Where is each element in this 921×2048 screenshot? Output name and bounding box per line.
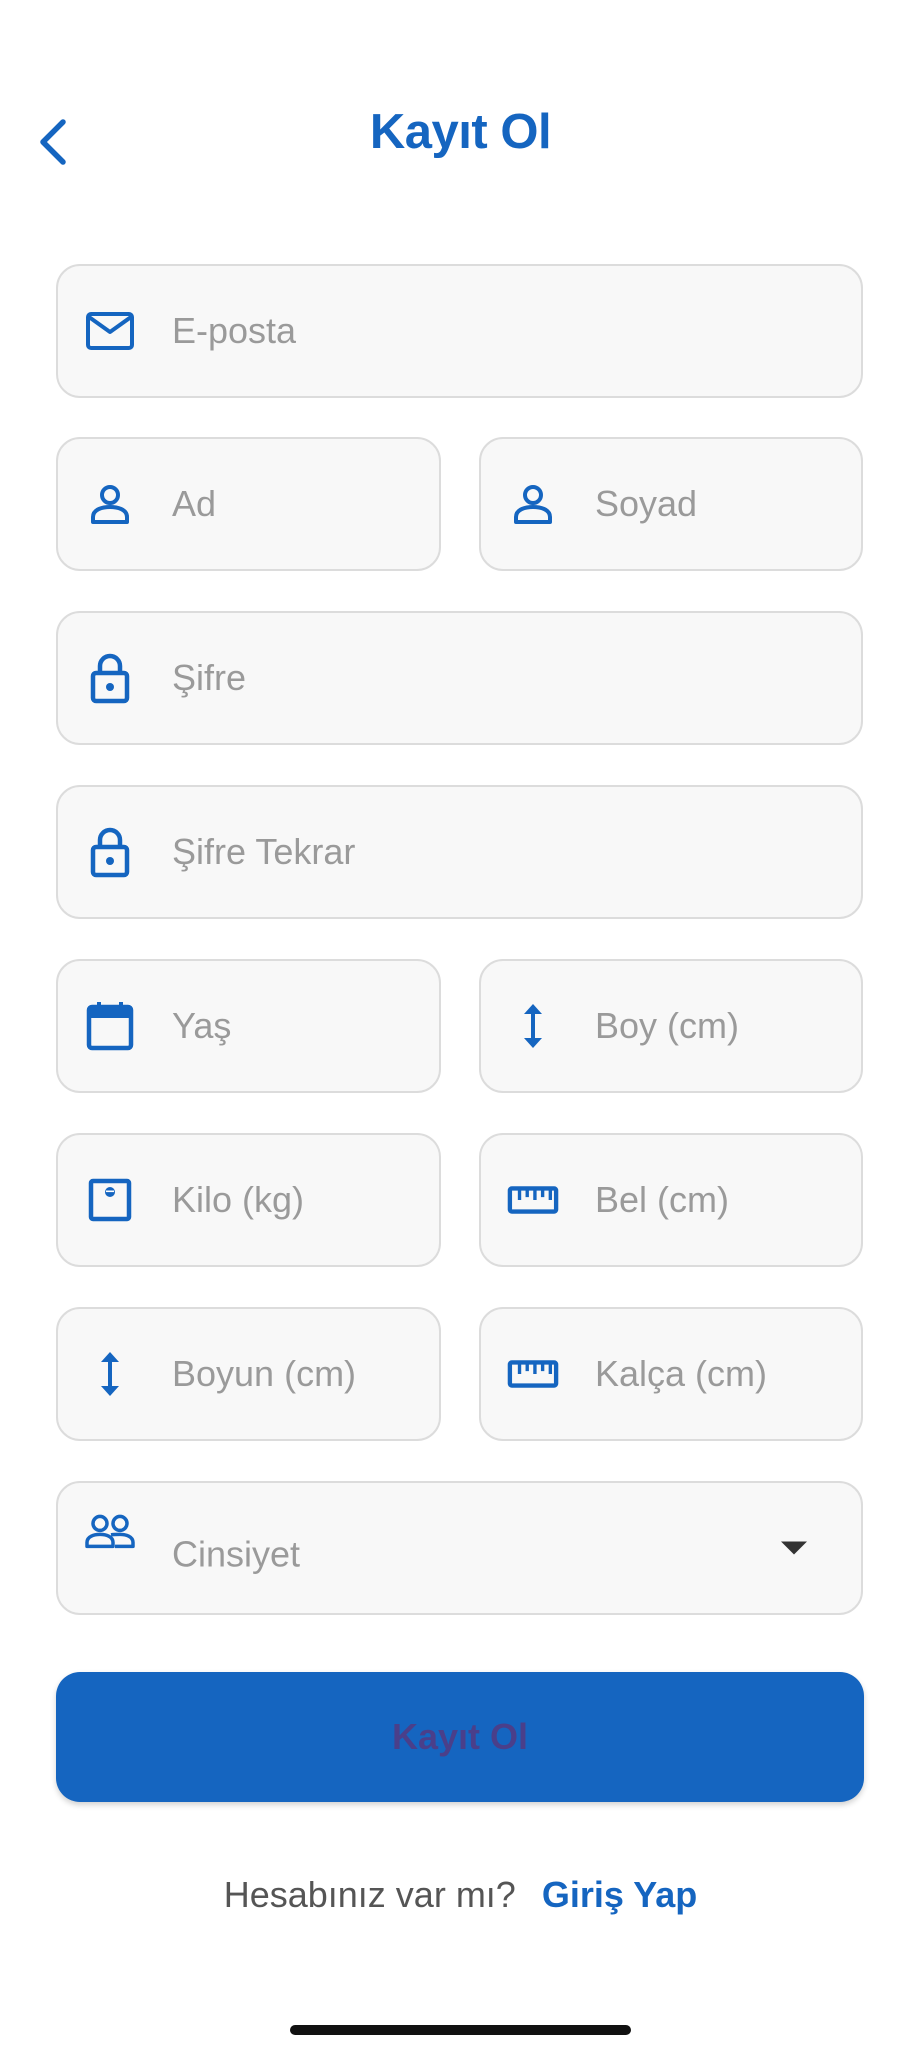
email-field[interactable]: E-posta: [56, 264, 863, 398]
register-screen: Kayıt Ol E-posta Ad Soyad Şifre Şifre Te…: [0, 0, 921, 2048]
neck-placeholder: Boyun (cm): [172, 1353, 357, 1394]
login-question: Hesabınız var mı?: [223, 1874, 516, 1915]
waist-field[interactable]: Bel (cm): [479, 1133, 863, 1267]
password-repeat-placeholder: Şifre Tekrar: [172, 831, 356, 872]
scale-icon: [84, 1174, 136, 1226]
age-field[interactable]: Yaş: [56, 959, 441, 1093]
dropdown-caret-icon: [781, 1541, 807, 1555]
person-icon: [84, 478, 136, 530]
neck-field[interactable]: Boyun (cm): [56, 1307, 441, 1441]
person-icon: [507, 478, 559, 530]
email-placeholder: E-posta: [172, 310, 297, 351]
home-indicator: [290, 2025, 631, 2035]
first-name-placeholder: Ad: [172, 483, 217, 524]
vertical-arrows-icon: [84, 1348, 136, 1400]
waist-placeholder: Bel (cm): [595, 1179, 729, 1220]
vertical-arrows-icon: [507, 1000, 559, 1052]
mail-icon: [84, 305, 136, 357]
weight-field[interactable]: Kilo (kg): [56, 1133, 441, 1267]
people-icon: [84, 1506, 136, 1558]
lock-icon: [84, 652, 136, 704]
password-placeholder: Şifre: [172, 657, 247, 698]
last-name-placeholder: Soyad: [595, 483, 698, 524]
age-placeholder: Yaş: [172, 1005, 232, 1046]
hip-field[interactable]: Kalça (cm): [479, 1307, 863, 1441]
weight-placeholder: Kilo (kg): [172, 1179, 305, 1220]
login-prompt: Hesabınız var mı? Giriş Yap: [0, 1870, 921, 1920]
register-button[interactable]: Kayıt Ol: [56, 1672, 864, 1802]
calendar-icon: [84, 1000, 136, 1052]
hip-placeholder: Kalça (cm): [595, 1353, 768, 1394]
height-field[interactable]: Boy (cm): [479, 959, 863, 1093]
height-placeholder: Boy (cm): [595, 1005, 739, 1046]
first-name-field[interactable]: Ad: [56, 437, 441, 571]
gender-select[interactable]: Cinsiyet: [56, 1481, 863, 1615]
page-title: Kayıt Ol: [369, 105, 552, 159]
password-field[interactable]: Şifre: [56, 611, 863, 745]
last-name-field[interactable]: Soyad: [479, 437, 863, 571]
lock-icon: [84, 826, 136, 878]
gender-placeholder: Cinsiyet: [172, 1533, 301, 1575]
ruler-icon: [507, 1348, 559, 1400]
login-link[interactable]: Giriş Yap: [542, 1874, 697, 1916]
password-repeat-field[interactable]: Şifre Tekrar: [56, 785, 863, 919]
ruler-icon: [507, 1174, 559, 1226]
